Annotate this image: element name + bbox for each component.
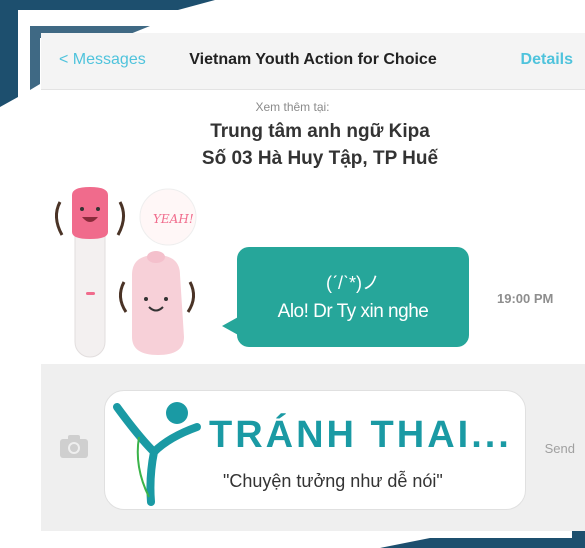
address-line-2: Số 03 Hà Huy Tập, TP Huế	[201, 148, 439, 169]
logo-figure-icon	[113, 402, 201, 506]
send-button[interactable]: Send	[545, 441, 575, 456]
sticker-yeah-text: YEAH!	[153, 212, 194, 226]
navigation-bar: < Messages Vietnam Youth Action for Choi…	[41, 33, 585, 90]
message-kaomoji: (ˊ/ˋ*)ノ	[326, 273, 380, 293]
message-timestamp: 19:00 PM	[497, 291, 554, 306]
logo-slogan: "Chuyện tưởng như dễ nói"	[223, 471, 443, 491]
conversation-title: Vietnam Youth Action for Choice	[189, 51, 437, 68]
camera-icon[interactable]	[59, 433, 89, 464]
message-input-field[interactable]: TRÁNH THAI... "Chuyện tưởng như dễ nói"	[104, 390, 526, 510]
message-text: Alo! Dr Ty xin nghe	[277, 301, 429, 322]
address-line-1: Trung tâm anh ngữ Kipa	[210, 121, 430, 142]
message-bubble: (ˊ/ˋ*)ノ Alo! Dr Ty xin nghe	[237, 247, 469, 347]
message-input-bar: TRÁNH THAI... "Chuyện tưởng như dễ nói" …	[41, 364, 585, 531]
pregnancy-test-character	[55, 187, 125, 358]
condom-sticker: YEAH!	[55, 187, 197, 358]
logo-title: TRÁNH THAI...	[209, 414, 512, 456]
details-link[interactable]: Details	[521, 51, 573, 69]
condom-character	[119, 251, 195, 355]
see-more-note: Xem thêm tại:	[255, 100, 330, 114]
